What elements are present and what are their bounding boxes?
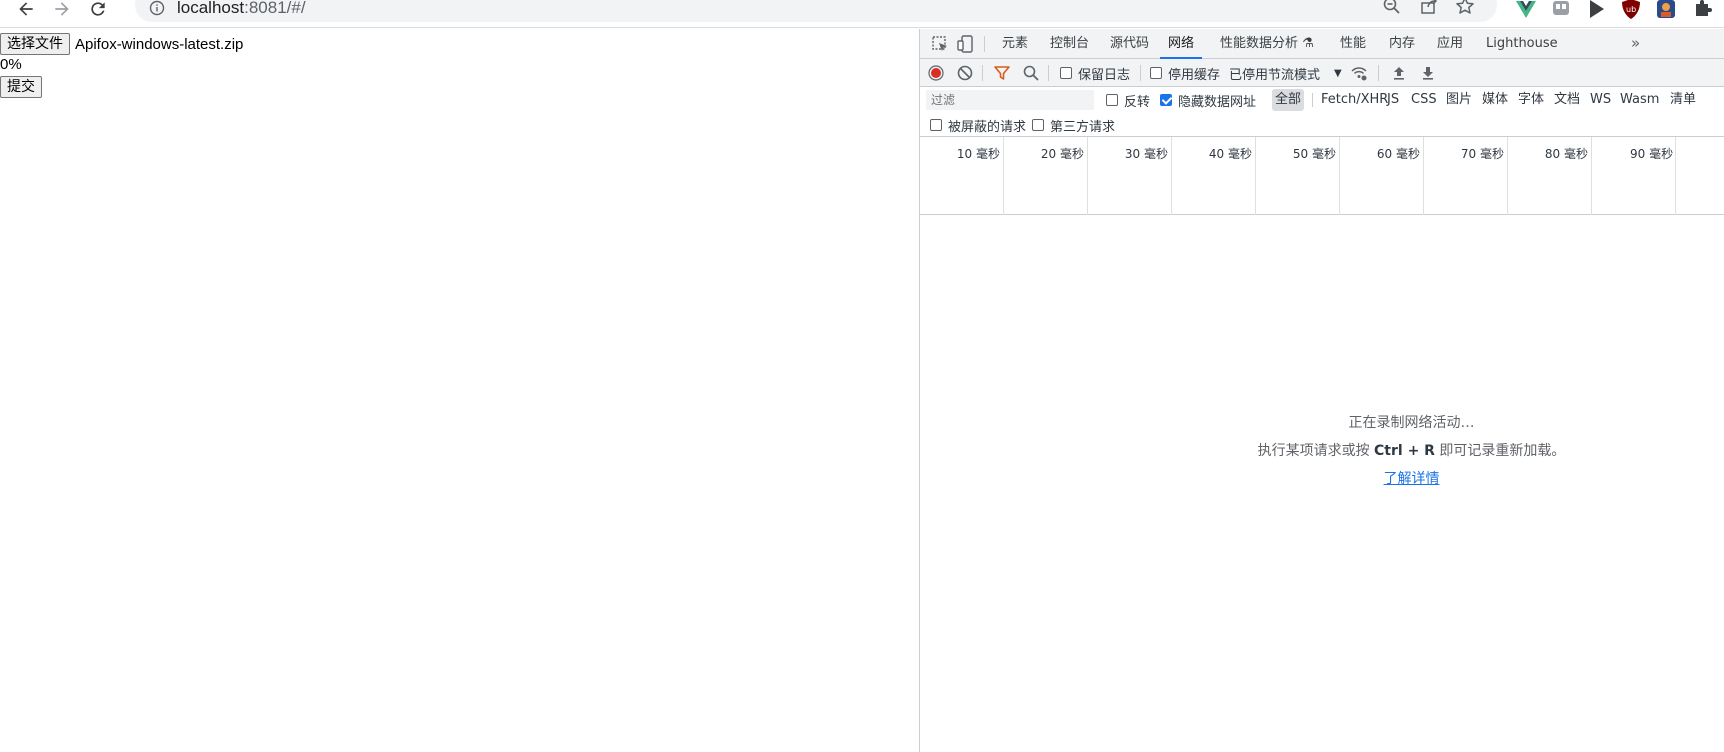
share-icon[interactable]	[1419, 0, 1439, 16]
shortcut-hint: Ctrl + R	[1374, 443, 1435, 459]
filter-input[interactable]	[926, 90, 1094, 110]
third-party-checkbox[interactable]: 第三方请求	[1032, 113, 1115, 137]
timeline-tick: 20 毫秒	[1040, 147, 1084, 161]
profile-icon[interactable]	[1655, 0, 1677, 20]
chevron-down-icon: ▼	[1334, 67, 1342, 79]
inspect-element-icon[interactable]	[930, 34, 950, 54]
back-button[interactable]	[14, 0, 38, 21]
reload-icon	[91, 2, 105, 16]
filter-type-all[interactable]: 全部	[1272, 89, 1305, 111]
forward-button[interactable]	[50, 0, 74, 21]
disable-cache-checkbox[interactable]: 停用缓存	[1150, 59, 1220, 87]
address-bar[interactable]: localhost:8081/#/	[135, 0, 1497, 22]
preserve-log-checkbox[interactable]: 保留日志	[1060, 59, 1130, 87]
timeline-tick: 40 毫秒	[1208, 147, 1252, 161]
filter-type-media[interactable]: 媒体	[1479, 89, 1511, 111]
extension-icon[interactable]	[1550, 0, 1572, 20]
filter-type-manifest[interactable]: 清单	[1667, 89, 1699, 111]
checkbox-icon	[930, 119, 942, 131]
filter-bar-secondary: 被屏蔽的请求 第三方请求	[920, 113, 1724, 137]
ublock-icon[interactable]: ub	[1620, 0, 1642, 20]
play-icon[interactable]	[1585, 0, 1607, 20]
timeline-tick: 10 毫秒	[956, 147, 1000, 161]
file-name-label: Apifox-windows-latest.zip	[75, 35, 244, 53]
checkbox-icon	[1032, 119, 1044, 131]
tab-console[interactable]: 控制台	[1050, 29, 1089, 59]
export-har-icon[interactable]	[1419, 64, 1437, 82]
checkbox-icon	[1150, 67, 1162, 79]
tab-performance[interactable]: 性能	[1340, 29, 1366, 59]
network-overview-timeline[interactable]: 10 毫秒 20 毫秒 30 毫秒 40 毫秒 50 毫秒 60 毫秒 70 毫…	[920, 137, 1724, 215]
hide-data-urls-checkbox[interactable]: 隐藏数据网址	[1160, 86, 1256, 114]
empty-state-title: 正在录制网络活动…	[1348, 415, 1475, 431]
tab-lighthouse[interactable]: Lighthouse	[1486, 29, 1558, 59]
more-tabs-button[interactable]: »	[1631, 29, 1640, 59]
network-request-list: 正在录制网络活动… 执行某项请求或按 Ctrl + R 即可记录重新加载。 了解…	[920, 215, 1724, 752]
filter-type-img[interactable]: 图片	[1443, 89, 1475, 111]
url-text[interactable]: localhost:8081/#/	[177, 0, 306, 18]
file-input[interactable]: 选择文件 Apifox-windows-latest.zip	[0, 32, 243, 56]
checkbox-icon	[1106, 94, 1118, 106]
timeline-tick: 90 毫秒	[1630, 147, 1674, 161]
filter-type-css[interactable]: CSS	[1408, 89, 1440, 111]
filter-type-wasm[interactable]: Wasm	[1617, 89, 1662, 111]
svg-text:ub: ub	[1626, 5, 1636, 14]
submit-button[interactable]: 提交	[0, 76, 42, 98]
bookmark-star-icon[interactable]	[1455, 0, 1475, 16]
tab-application[interactable]: 应用	[1437, 29, 1463, 59]
filter-type-js[interactable]: JS	[1384, 89, 1402, 111]
timeline-tick: 50 毫秒	[1292, 147, 1336, 161]
beaker-icon: ⚗	[1302, 36, 1314, 51]
forward-icon	[55, 2, 69, 16]
back-icon	[19, 2, 33, 16]
tab-sources[interactable]: 源代码	[1110, 29, 1149, 59]
devtools-panel: 元素 控制台 源代码 网络 性能数据分析 ⚗ 性能 内存 应用 Lighthou…	[919, 29, 1724, 752]
devtools-tabbar: 元素 控制台 源代码 网络 性能数据分析 ⚗ 性能 内存 应用 Lighthou…	[920, 29, 1724, 59]
reload-button[interactable]	[86, 0, 110, 21]
filter-icon[interactable]	[993, 64, 1011, 82]
zoom-out-icon[interactable]	[1382, 0, 1402, 16]
filter-type-font[interactable]: 字体	[1515, 89, 1547, 111]
upload-progress-text: 0%	[0, 56, 22, 73]
network-conditions-icon[interactable]	[1350, 64, 1368, 82]
import-har-icon[interactable]	[1390, 64, 1408, 82]
clear-icon[interactable]	[956, 64, 974, 82]
checkbox-checked-icon	[1160, 94, 1172, 106]
timeline-tick: 80 毫秒	[1544, 147, 1588, 161]
filter-bar: 反转 隐藏数据网址 全部 Fetch/XHR JS CSS 图片 媒体 字体 文…	[920, 87, 1724, 113]
tab-network[interactable]: 网络	[1160, 29, 1203, 59]
timeline-tick: 30 毫秒	[1124, 147, 1168, 161]
filter-type-doc[interactable]: 文档	[1551, 89, 1583, 111]
device-toolbar-icon[interactable]	[956, 34, 976, 54]
timeline-tick: 60 毫秒	[1376, 147, 1420, 161]
timeline-tick: 70 毫秒	[1460, 147, 1504, 161]
record-icon[interactable]	[927, 64, 945, 82]
blocked-requests-checkbox[interactable]: 被屏蔽的请求	[930, 113, 1026, 137]
page-content: 选择文件 Apifox-windows-latest.zip 0% 提交	[0, 29, 919, 752]
filter-type-ws[interactable]: WS	[1587, 89, 1614, 111]
filter-type-fetch-xhr[interactable]: Fetch/XHR	[1318, 89, 1391, 111]
vue-devtools-icon[interactable]	[1515, 0, 1537, 20]
invert-checkbox[interactable]: 反转	[1106, 86, 1150, 114]
tab-performance-insights[interactable]: 性能数据分析 ⚗	[1220, 29, 1314, 59]
checkbox-icon	[1060, 67, 1072, 79]
info-icon[interactable]	[149, 0, 165, 16]
throttling-select[interactable]: 已停用节流模式 ▼	[1229, 59, 1342, 87]
browser-toolbar: localhost:8081/#/ ub	[0, 0, 1724, 28]
search-icon[interactable]	[1022, 64, 1040, 82]
puzzle-icon[interactable]	[1692, 0, 1714, 20]
empty-state-description: 执行某项请求或按 Ctrl + R 即可记录重新加载。	[1257, 443, 1566, 459]
tab-memory[interactable]: 内存	[1389, 29, 1415, 59]
choose-file-button[interactable]: 选择文件	[0, 33, 70, 55]
tab-elements[interactable]: 元素	[1002, 29, 1028, 59]
learn-more-link[interactable]: 了解详情	[1009, 468, 1724, 488]
network-toolbar: 保留日志 停用缓存 已停用节流模式 ▼	[920, 59, 1724, 87]
